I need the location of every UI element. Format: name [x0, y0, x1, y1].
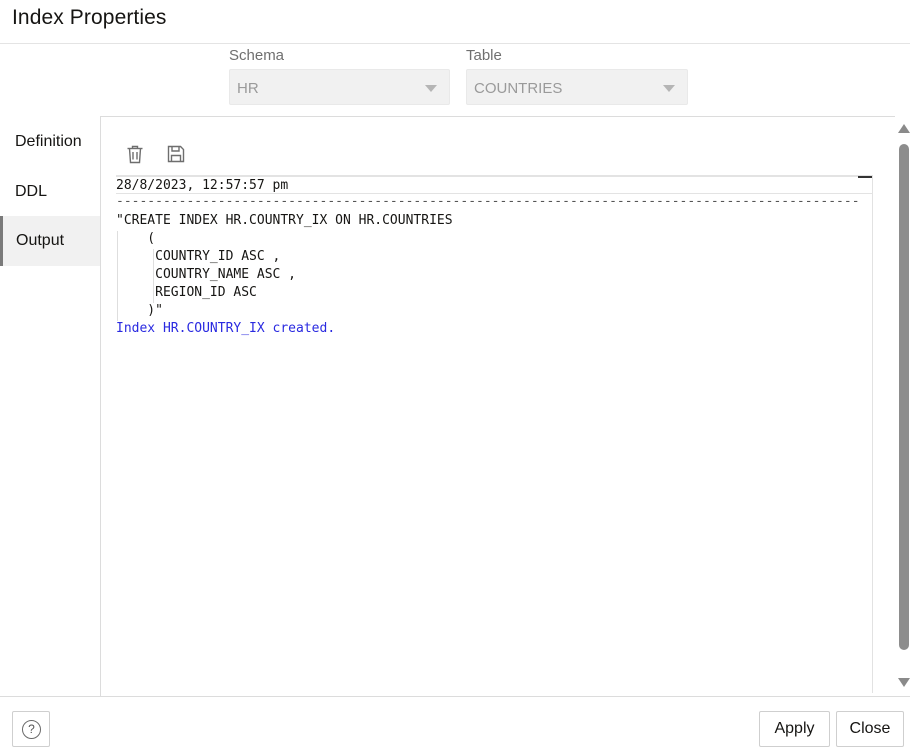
- output-timestamp: 28/8/2023, 12:57:57 pm: [116, 178, 289, 193]
- code-line: "CREATE INDEX HR.COUNTRY_IX ON HR.COUNTR…: [116, 213, 453, 228]
- code-line: REGION_ID ASC: [116, 285, 257, 300]
- schema-value: HR: [237, 80, 259, 97]
- help-button[interactable]: ?: [12, 711, 50, 747]
- trash-icon[interactable]: [124, 143, 146, 165]
- apply-button[interactable]: Apply: [759, 711, 830, 747]
- vertical-scrollbar[interactable]: [897, 120, 910, 692]
- output-panel: 28/8/2023, 12:57:57 pm -----------------…: [100, 116, 895, 696]
- chevron-down-icon: [663, 85, 675, 92]
- tab-output[interactable]: Output: [0, 216, 100, 266]
- scroll-up-icon[interactable]: [898, 124, 910, 133]
- schema-label: Schema: [229, 47, 285, 64]
- save-icon[interactable]: [165, 143, 187, 165]
- output-log[interactable]: 28/8/2023, 12:57:57 pm -----------------…: [116, 175, 873, 693]
- code-line: (: [116, 231, 156, 246]
- scroll-thumb[interactable]: [899, 144, 909, 650]
- table-value: COUNTRIES: [474, 80, 563, 97]
- indent-guide: [153, 249, 154, 303]
- close-button[interactable]: Close: [836, 711, 904, 747]
- code-line: COUNTRY_NAME ASC ,: [116, 267, 297, 282]
- dialog-footer: ? Apply Close: [0, 696, 910, 756]
- tab-definition[interactable]: Definition: [0, 117, 100, 167]
- indent-guide: [117, 231, 118, 321]
- tab-ddl[interactable]: DDL: [0, 167, 100, 217]
- dialog-header: Index Properties: [0, 0, 910, 44]
- timestamp-row: 28/8/2023, 12:57:57 pm: [116, 175, 873, 194]
- scroll-down-icon[interactable]: [898, 678, 910, 687]
- help-icon: ?: [22, 720, 41, 739]
- code-line: COUNTRY_ID ASC ,: [116, 249, 281, 264]
- minimap-marker: [858, 176, 872, 178]
- table-select[interactable]: COUNTRIES: [466, 69, 688, 105]
- output-message: Index HR.COUNTRY_IX created.: [116, 321, 336, 336]
- table-label: Table: [466, 47, 502, 64]
- schema-select[interactable]: HR: [229, 69, 450, 105]
- code-line: )": [116, 303, 163, 318]
- dialog-title: Index Properties: [12, 6, 167, 29]
- chevron-down-icon: [425, 85, 437, 92]
- output-separator: ----------------------------------------…: [116, 194, 858, 209]
